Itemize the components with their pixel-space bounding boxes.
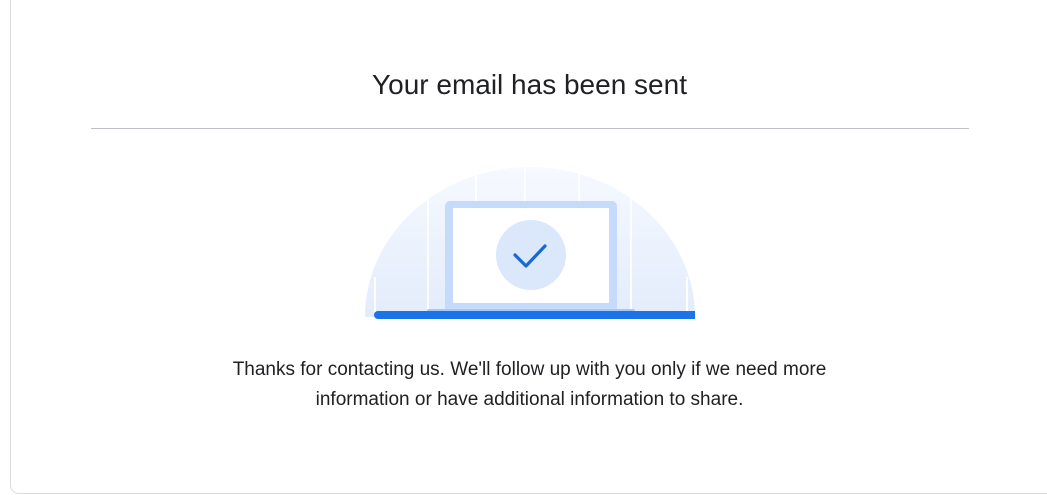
confirmation-card: Your email has been sent Thanks for cont… [10, 0, 1047, 494]
page-title: Your email has been sent [372, 69, 687, 100]
message-line-2: information or have additional informati… [315, 389, 744, 410]
message-line-1: Thanks for contacting us. We'll follow u… [232, 359, 827, 380]
confirmation-message: Thanks for contacting us. We'll follow u… [11, 355, 1047, 415]
laptop-confirmation-illustration [365, 167, 695, 319]
title-divider [91, 128, 969, 129]
check-circle [496, 220, 566, 290]
floor-line [374, 311, 695, 319]
